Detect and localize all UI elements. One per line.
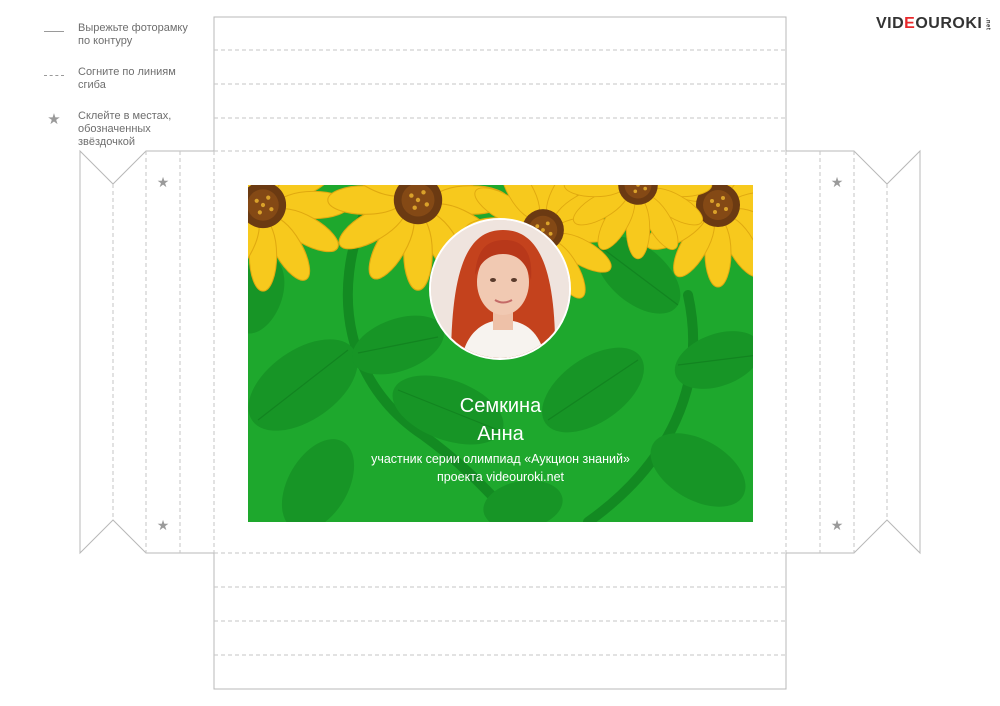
star-icon: ★ — [156, 517, 170, 533]
first-name: Семкина — [459, 395, 542, 417]
certificate-card: Семкина Анна участник серии олимпиад «Ау… — [248, 185, 753, 522]
legend-glue-text: Склейте в местах, обозначенных звёздочко… — [78, 110, 172, 148]
last-name: Анна — [477, 423, 524, 445]
videouroki-logo: VIDEOUROKI .net — [876, 15, 995, 35]
star-icon: ★ — [830, 174, 844, 190]
star-icon: ★ — [47, 111, 61, 128]
logo-accent-letter: E — [904, 15, 916, 32]
caption-line: участник серии олимпиад «Аукцион знаний» — [371, 452, 630, 466]
person-portrait-icon — [431, 220, 569, 358]
logo-text-part: OUROKI — [915, 15, 983, 32]
legend-fold-text: Согните по линиям сгиба — [78, 66, 176, 91]
legend-cut-text: Вырежьте фоторамку по контуру — [78, 22, 188, 47]
legend-glue: ★ Склейте в местах, обозначенных звёздоч… — [44, 110, 214, 168]
star-icon: ★ — [830, 517, 844, 533]
portrait-photo — [429, 218, 571, 360]
star-icon: ★ — [156, 174, 170, 190]
logo-suffix: .net — [984, 17, 991, 31]
legend-fold: Согните по линиям сгиба — [44, 66, 214, 110]
caption-line: проекта videouroki.net — [436, 470, 565, 484]
logo-text-part: VID — [876, 15, 905, 32]
instructions-legend: Вырежьте фоторамку по контуру Согните по… — [44, 22, 214, 168]
dashed-line-icon — [44, 75, 64, 76]
legend-cut: Вырежьте фоторамку по контуру — [44, 22, 214, 66]
solid-line-icon — [44, 31, 64, 32]
